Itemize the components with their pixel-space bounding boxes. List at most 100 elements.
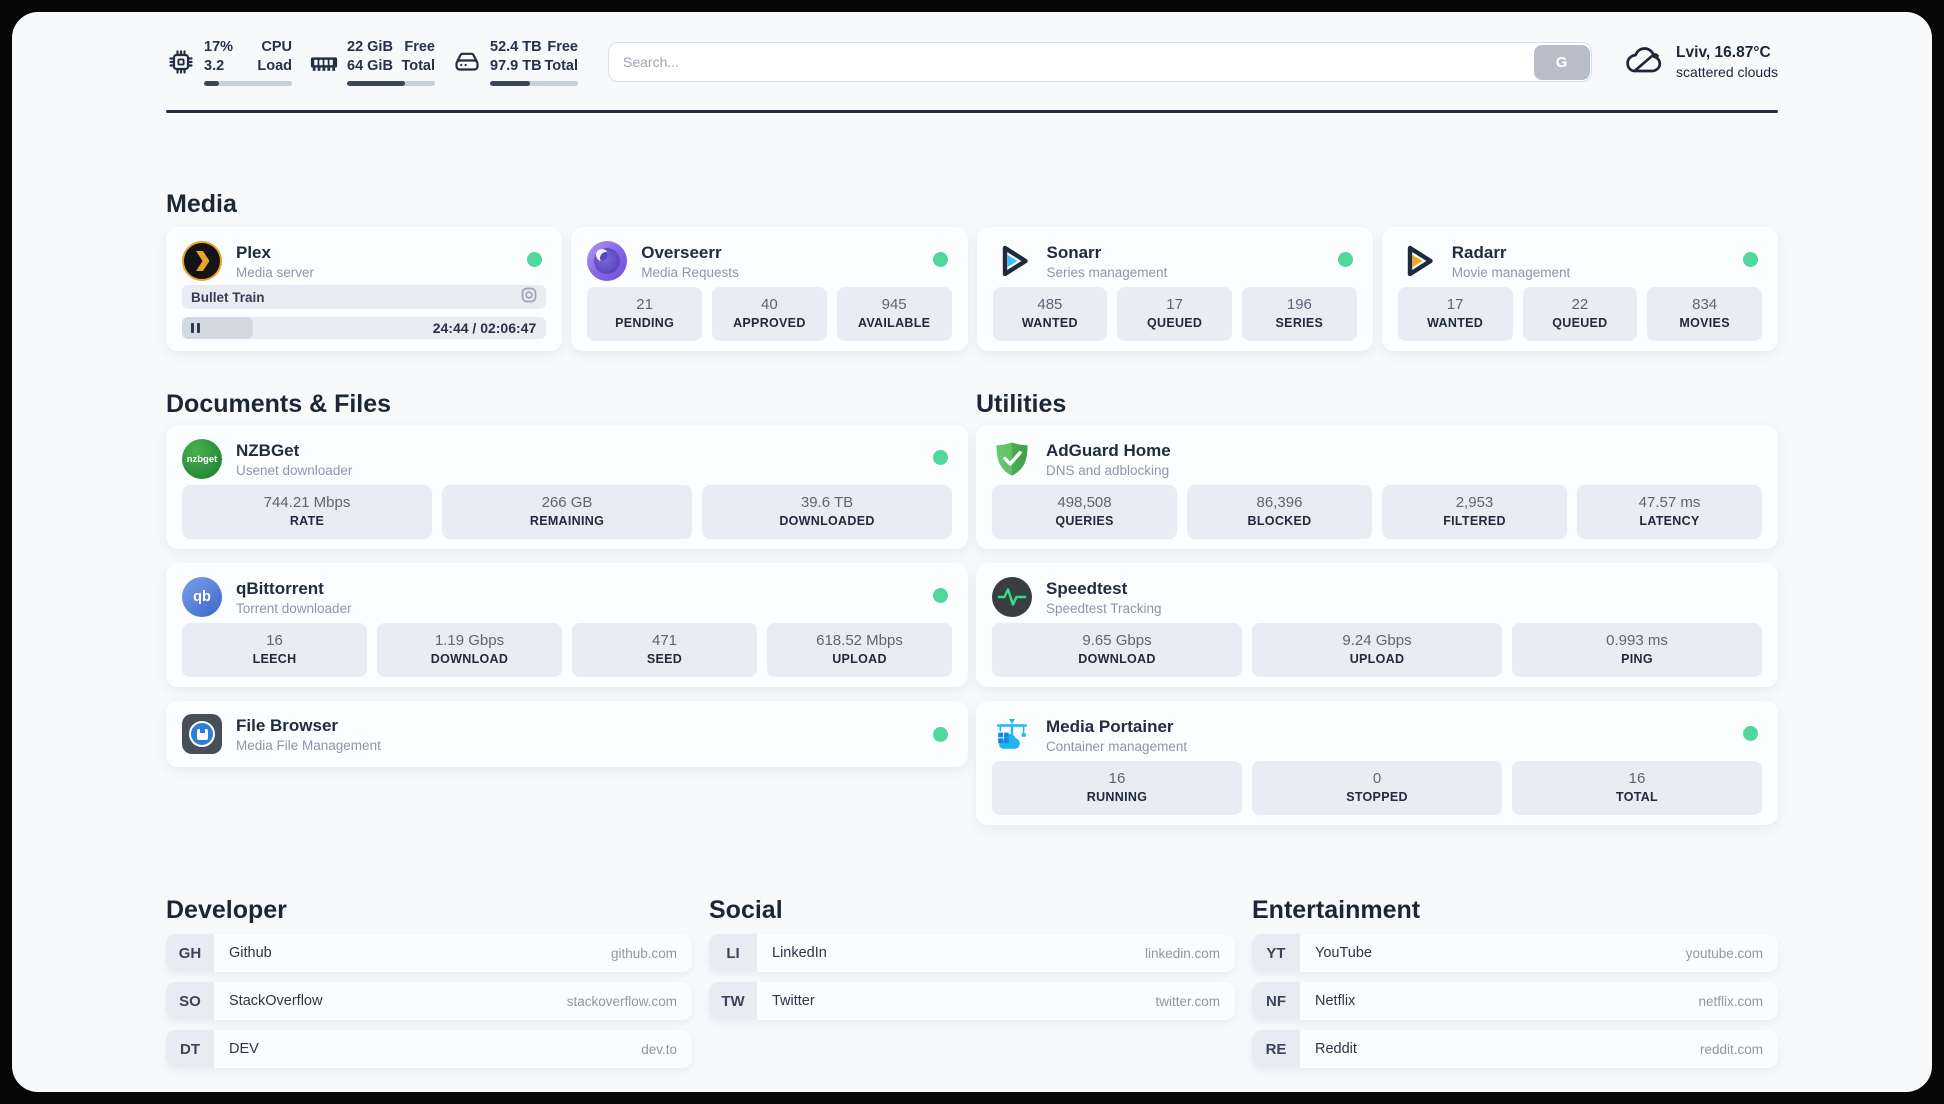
stat-label: AVAILABLE — [857, 316, 931, 330]
radarr-icon — [1398, 241, 1438, 281]
app-name: File Browser — [236, 715, 339, 735]
link-row-stackoverflow[interactable]: SO StackOverflow stackoverflow.com — [166, 982, 692, 1020]
section-title-media: Media — [166, 190, 237, 218]
stat-value: 1.19 Gbps — [434, 632, 505, 649]
app-card-filebrowser[interactable]: File Browser Media File Management — [166, 701, 968, 767]
section-utilities: Utilities AdGuard Home DNS and adblockin… — [976, 391, 1778, 839]
app-card-portainer[interactable]: Media Portainer Container management 16 … — [976, 701, 1778, 825]
system-widgets: 17% 3.2 CPU Load 22 GiB 64 GiB Free Tota… — [166, 38, 578, 86]
now-playing-bar: Bullet Train — [182, 285, 547, 309]
link-row-netflix[interactable]: NF Netflix netflix.com — [1252, 982, 1778, 1020]
stat-value: 471 — [651, 632, 678, 649]
stat-tile: 744.21 Mbps RATE — [182, 485, 432, 539]
nzbget-icon: nzbget — [182, 439, 222, 479]
status-dot — [933, 727, 948, 742]
app-name: Media Portainer — [1046, 716, 1174, 736]
stat-value: 17 — [1446, 296, 1464, 313]
link-url: stackoverflow.com — [566, 993, 677, 1009]
link-row-twitter[interactable]: TW Twitter twitter.com — [709, 982, 1235, 1020]
stat-tile: 17 QUEUED — [1117, 287, 1232, 341]
search-input[interactable] — [608, 42, 1593, 82]
stat-label: STOPPED — [1346, 790, 1408, 804]
stat-value: 0 — [1372, 770, 1382, 787]
section-social: Social LI LinkedIn linkedin.com TW Twitt… — [709, 897, 1235, 1020]
app-card-qbittorrent[interactable]: qb qBittorrent Torrent downloader 16 LEE… — [166, 563, 968, 687]
stat-value: 498,508 — [1057, 494, 1112, 511]
app-description: Media Requests — [641, 264, 739, 280]
stat-tile: 16 RUNNING — [992, 761, 1242, 815]
stat-label: BLOCKED — [1247, 514, 1312, 528]
stat-value: 9.24 Gbps — [1342, 632, 1412, 649]
link-name: Twitter — [772, 993, 815, 1009]
stat-value: 16 — [1628, 770, 1646, 787]
stat-value: 17 — [1166, 296, 1183, 313]
stat-tile: 16 TOTAL — [1512, 761, 1762, 815]
stat-value: 86,396 — [1256, 494, 1303, 511]
now-playing-title: Bullet Train — [191, 289, 265, 305]
status-dot — [1743, 252, 1758, 267]
cpu-load-value: 3.2 — [204, 58, 225, 74]
cpu-percent: 17% — [204, 39, 234, 55]
stat-value: 196 — [1286, 296, 1312, 313]
link-badge: LI — [709, 934, 757, 972]
app-description: Torrent downloader — [236, 600, 352, 616]
link-url: twitter.com — [1155, 993, 1220, 1009]
stat-label: LATENCY — [1639, 514, 1700, 528]
stat-tile: 498,508 QUERIES — [992, 485, 1177, 539]
link-row-youtube[interactable]: YT YouTube youtube.com — [1252, 934, 1778, 972]
link-row-github[interactable]: GH Github github.com — [166, 934, 692, 972]
app-card-sonarr[interactable]: Sonarr Series management 485 WANTED 17 Q… — [976, 227, 1373, 351]
link-url: reddit.com — [1699, 1041, 1763, 1057]
stat-tile: 17 WANTED — [1397, 287, 1513, 341]
memory-widget: 22 GiB 64 GiB Free Total — [309, 38, 435, 86]
app-description: Media server — [236, 264, 315, 280]
link-row-dev[interactable]: DT DEV dev.to — [166, 1030, 692, 1068]
status-dot — [932, 252, 948, 267]
cloud-icon — [1622, 42, 1666, 83]
link-row-reddit[interactable]: RE Reddit reddit.com — [1252, 1030, 1778, 1068]
app-card-plex[interactable]: Plex Media server Bullet Train 24:44 / 0… — [166, 227, 563, 351]
memory-progress-fill — [347, 81, 406, 86]
stat-tile: 471 SEED — [572, 623, 757, 677]
cpu-widget: 17% 3.2 CPU Load — [166, 38, 292, 86]
app-description: Usenet downloader — [236, 462, 353, 478]
stat-value: 744.21 Mbps — [263, 494, 351, 511]
app-card-overseerr[interactable]: Overseerr Media Requests 21 PENDING 40 A… — [571, 227, 968, 351]
app-card-radarr[interactable]: Radarr Movie management 17 WANTED 22 QUE… — [1381, 227, 1778, 351]
cpu-labels: CPU Load — [257, 38, 292, 76]
link-name: DEV — [229, 1041, 259, 1057]
stat-tile: 2,953 FILTERED — [1382, 485, 1567, 539]
stat-value: 266 GB — [541, 494, 593, 511]
stat-tile: 22 QUEUED — [1522, 287, 1638, 341]
link-row-linkedin[interactable]: LI LinkedIn linkedin.com — [709, 934, 1235, 972]
stat-tile: 0.993 ms PING — [1512, 623, 1762, 677]
stat-value: 945 — [881, 296, 907, 313]
stat-tile: 485 WANTED — [992, 287, 1108, 341]
section-entertainment: Entertainment YT YouTube youtube.com NF … — [1252, 897, 1778, 1068]
stat-label: DOWNLOADED — [779, 514, 875, 528]
stat-label: UPLOAD — [832, 652, 887, 666]
search-provider-button[interactable]: G — [1533, 44, 1590, 80]
memory-values: 22 GiB 64 GiB — [347, 38, 393, 76]
top-bar: 17% 3.2 CPU Load 22 GiB 64 GiB Free Tota… — [166, 36, 1778, 88]
link-url: netflix.com — [1698, 993, 1763, 1009]
section-title-utilities: Utilities — [976, 390, 1067, 418]
stat-tile: 47.57 ms LATENCY — [1577, 485, 1762, 539]
sonarr-icon — [993, 241, 1033, 281]
session-display-icon — [521, 287, 537, 308]
stat-label: WANTED — [1021, 316, 1078, 330]
disk-total-label: Total — [544, 58, 578, 74]
stat-label: DOWNLOAD — [1078, 652, 1156, 666]
search-bar: G — [608, 42, 1593, 82]
stat-value: 485 — [1037, 296, 1063, 313]
weather-condition: scattered clouds — [1676, 64, 1778, 80]
header-divider — [166, 110, 1778, 113]
section-title-social: Social — [709, 896, 783, 924]
stat-label: APPROVED — [733, 316, 806, 330]
memory-progress-track — [347, 81, 435, 86]
app-card-speedtest[interactable]: Speedtest Speedtest Tracking 9.65 Gbps D… — [976, 563, 1778, 687]
app-card-nzbget[interactable]: nzbget NZBGet Usenet downloader 744.21 M… — [166, 425, 968, 549]
app-card-adguard[interactable]: AdGuard Home DNS and adblocking 498,508 … — [976, 425, 1778, 549]
stat-tile: 86,396 BLOCKED — [1187, 485, 1372, 539]
stat-value: 2,953 — [1455, 494, 1494, 511]
